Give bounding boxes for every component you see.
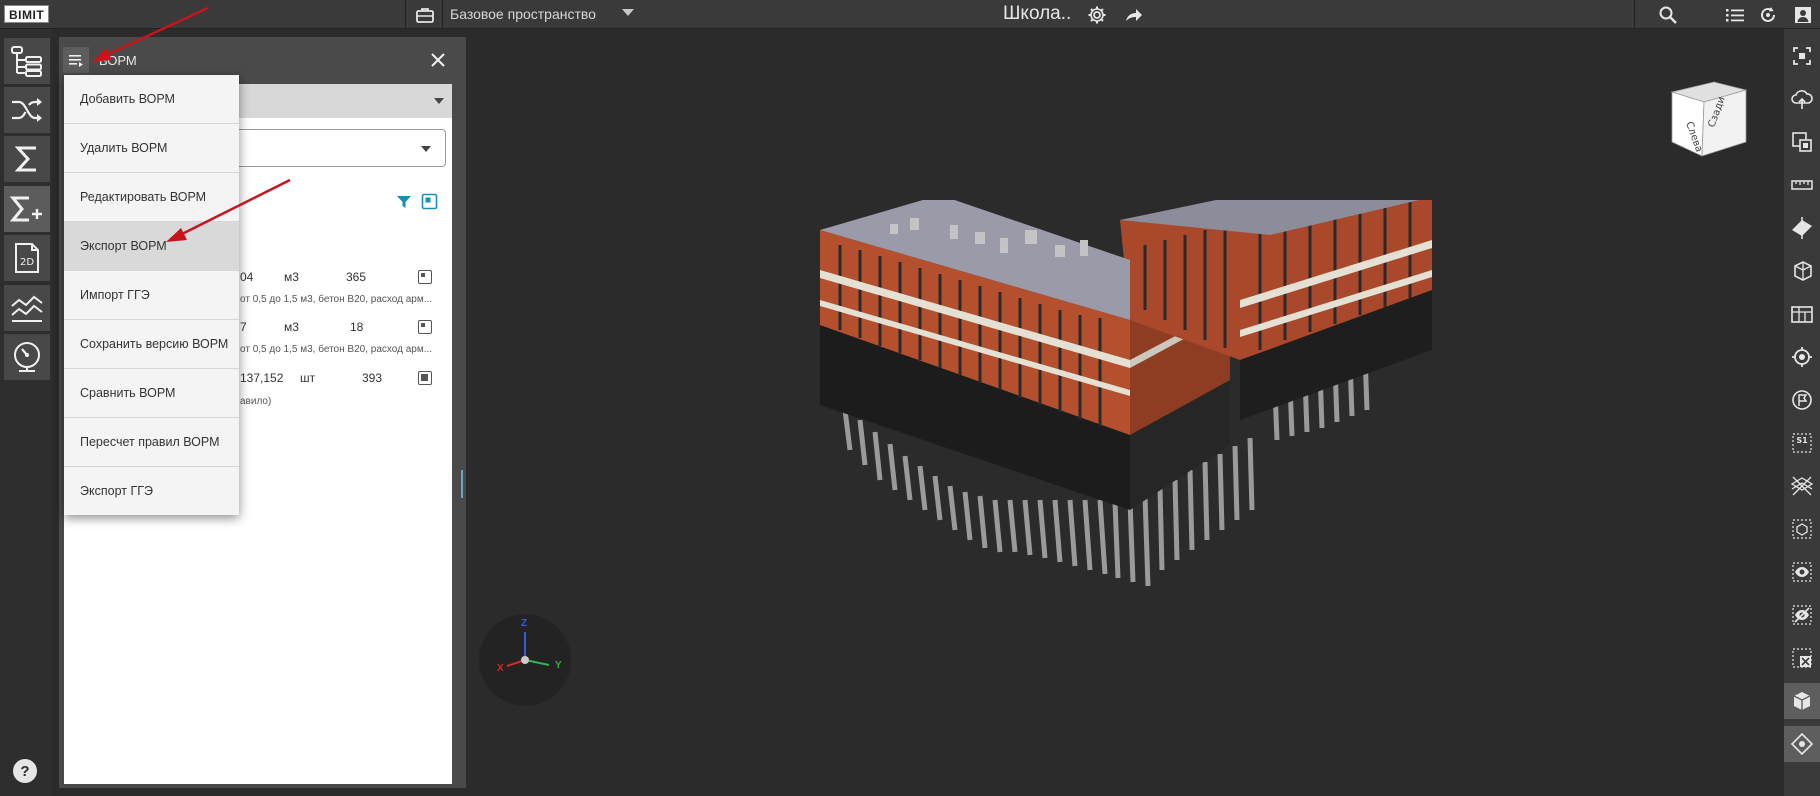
- row-select-icon[interactable]: [418, 270, 432, 284]
- row-select-icon[interactable]: [418, 320, 432, 334]
- panel-header: ВОРМ: [59, 44, 459, 76]
- cross-section-icon[interactable]: [1784, 468, 1820, 504]
- fit-view-icon[interactable]: [1784, 38, 1820, 74]
- row-description: от 0,5 до 1,5 м3, бетон В20, расход арм.…: [240, 344, 433, 355]
- separator: [405, 0, 406, 29]
- filter-icon[interactable]: [396, 194, 412, 210]
- 2d-icon[interactable]: 2D: [4, 235, 50, 281]
- search-icon[interactable]: [1651, 0, 1685, 29]
- right-tool-rail: S1: [1784, 29, 1820, 796]
- left-tool-rail: 2D ?: [0, 29, 52, 796]
- row-unit: шт: [300, 371, 316, 385]
- sync-icon[interactable]: [1751, 0, 1785, 29]
- flag-icon[interactable]: [1784, 382, 1820, 418]
- menu-icon: [69, 55, 83, 67]
- row-value: 7: [240, 320, 247, 334]
- iso-box-icon[interactable]: [1784, 683, 1820, 719]
- gauge-icon[interactable]: [4, 334, 50, 380]
- locate-icon[interactable]: [1784, 339, 1820, 375]
- ruler-icon[interactable]: [1784, 167, 1820, 203]
- row-count: 18: [350, 320, 364, 334]
- gear-icon[interactable]: [1080, 0, 1114, 29]
- panel-resize-handle[interactable]: [461, 470, 463, 498]
- section-box-icon[interactable]: [1784, 253, 1820, 289]
- row-description: авило): [240, 396, 272, 407]
- share-icon[interactable]: [1117, 0, 1151, 29]
- hide-icon[interactable]: [1784, 597, 1820, 633]
- row-value: 137,152: [240, 371, 284, 385]
- sigma-plus-icon[interactable]: [4, 186, 50, 232]
- row-count: 365: [346, 270, 367, 284]
- focus-icon[interactable]: [1784, 124, 1820, 160]
- list-icon[interactable]: [1718, 0, 1752, 29]
- top-bar: BIMIT Базовое пространство Школа..: [0, 0, 1820, 29]
- menu-item-recalc-rules[interactable]: Пересчет правил ВОРМ: [64, 418, 239, 467]
- building-model[interactable]: [800, 200, 1450, 595]
- panel-menu-button[interactable]: [63, 47, 89, 73]
- chevron-down-icon: [421, 146, 431, 152]
- row-select-icon[interactable]: [418, 371, 432, 385]
- shuffle-icon[interactable]: [4, 87, 50, 133]
- menu-item-save-version[interactable]: Сохранить версию ВОРМ: [64, 320, 239, 369]
- model-title: Школа..: [1003, 3, 1072, 24]
- row-count: 393: [362, 371, 383, 385]
- row-unit: м3: [284, 270, 299, 284]
- menu-item-import-gge[interactable]: Импорт ГГЭ: [64, 271, 239, 320]
- chart-icon[interactable]: [4, 285, 50, 331]
- row-unit: м3: [284, 320, 299, 334]
- sheet-icon[interactable]: S1: [1784, 425, 1820, 461]
- cloud-icon[interactable]: [1784, 81, 1820, 117]
- menu-item-delete-vorm[interactable]: Удалить ВОРМ: [64, 124, 239, 173]
- row-description: от 0,5 до 1,5 м3, бетон В20, расход арм.…: [240, 294, 433, 305]
- menu-item-edit-vorm[interactable]: Редактировать ВОРМ: [64, 173, 239, 222]
- menu-item-export-gge[interactable]: Экспорт ГГЭ: [64, 467, 239, 516]
- select-box-icon[interactable]: [1784, 511, 1820, 547]
- menu-item-export-vorm[interactable]: Экспорт ВОРМ: [64, 222, 239, 271]
- separator: [442, 0, 443, 29]
- sigma-icon[interactable]: [4, 136, 50, 182]
- remove-icon[interactable]: [1784, 640, 1820, 676]
- axis-x-label: X: [497, 663, 504, 674]
- workspace-selector[interactable]: Базовое пространство: [450, 0, 596, 29]
- view-cube[interactable]: Слева Сзади: [1664, 78, 1754, 160]
- panel-actions-menu: Добавить ВОРМ Удалить ВОРМ Редактировать…: [64, 75, 239, 515]
- menu-item-compare-vorm[interactable]: Сравнить ВОРМ: [64, 369, 239, 418]
- chevron-down-icon: [434, 98, 444, 104]
- section-plane-icon[interactable]: [1784, 210, 1820, 246]
- app-logo: BIMIT: [4, 5, 50, 23]
- briefcase-icon[interactable]: [408, 0, 442, 29]
- navigation-icon[interactable]: [1784, 726, 1820, 762]
- axis-z-label: Z: [521, 618, 528, 629]
- close-icon[interactable]: [427, 49, 449, 71]
- floor-plan-icon[interactable]: [1784, 296, 1820, 332]
- tree-icon[interactable]: [4, 38, 50, 84]
- sheet-label: S1: [1796, 436, 1808, 445]
- panel-toggle-icon[interactable]: [421, 193, 438, 210]
- axis-y-label: Y: [555, 660, 562, 671]
- separator: [1634, 0, 1635, 29]
- show-icon[interactable]: [1784, 554, 1820, 590]
- axis-gizmo: Z Y X: [479, 614, 571, 706]
- user-icon[interactable]: [1786, 0, 1820, 29]
- chevron-down-icon[interactable]: [622, 9, 634, 16]
- panel-title: ВОРМ: [99, 53, 137, 68]
- menu-item-add-vorm[interactable]: Добавить ВОРМ: [64, 75, 239, 124]
- row-value: 04: [240, 270, 254, 284]
- 2d-label: 2D: [20, 257, 34, 268]
- help-button[interactable]: ?: [13, 759, 37, 783]
